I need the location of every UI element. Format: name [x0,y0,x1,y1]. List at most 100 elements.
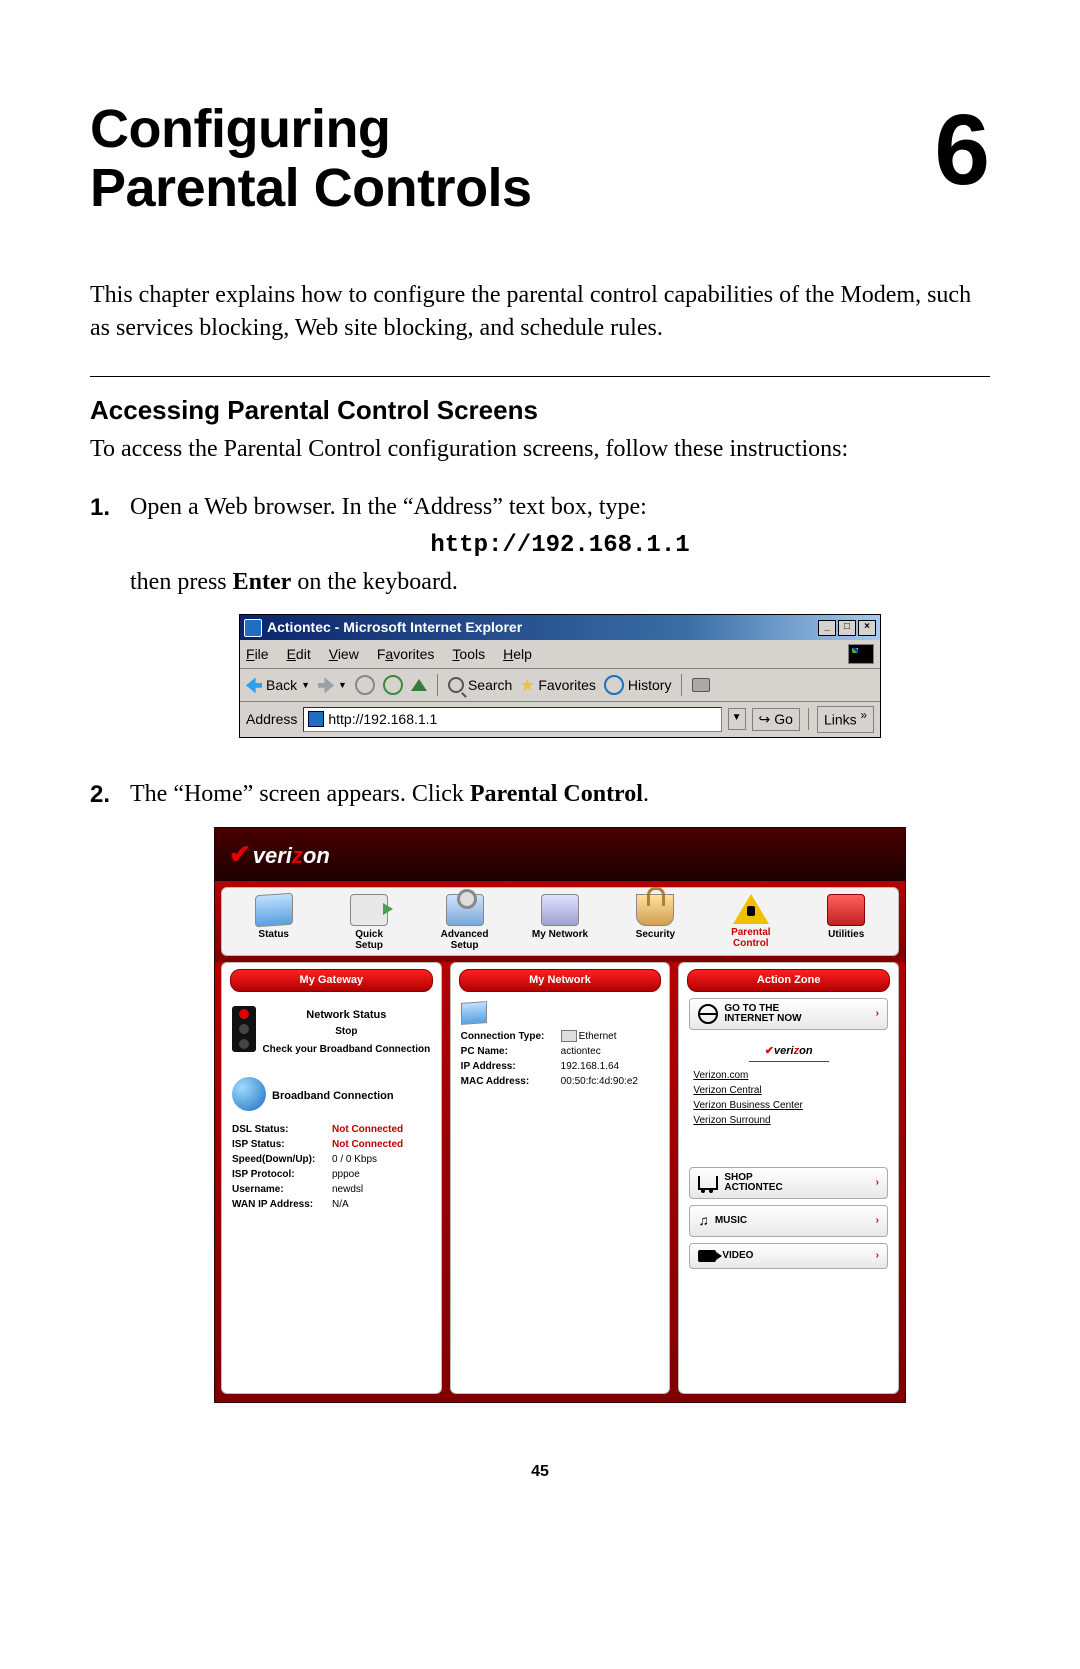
step-1-text-b-pre: then press [130,569,233,595]
nav-quick-setup[interactable]: QuickSetup [326,894,412,951]
separator [808,708,809,730]
verizon-logo: ✔verizon [229,836,330,872]
kv-pcname: PC Name:actiontec [461,1045,660,1059]
forward-button[interactable]: ▼ [318,677,347,693]
chevron-right-icon: › [876,1249,879,1263]
nav-advanced-label: AdvancedSetup [422,929,508,951]
cart-icon [698,1176,718,1190]
verizon-mini-logo: ✔verizon [679,1044,898,1062]
nav-status[interactable]: Status [231,894,317,951]
chevron-right-icon: › [876,1214,879,1228]
quick-setup-icon [350,894,388,926]
advanced-setup-icon [446,894,484,926]
history-button[interactable]: History [604,675,672,695]
ie-titlebar: Actiontec - Microsoft Internet Explorer … [240,615,880,641]
step-1-url: http://192.168.1.1 [130,529,990,563]
step-2-text-a: The “Home” screen appears. Click [130,781,470,807]
step-2-bold: Parental Control [470,781,643,807]
address-dropdown[interactable]: ▼ [728,708,746,730]
ie-toolbar: Back ▼ ▼ Search Favorites History [240,669,880,702]
link-verizon-surround[interactable]: Verizon Surround [693,1114,884,1128]
stop-button[interactable] [355,675,375,695]
search-button[interactable]: Search [448,676,512,696]
globe-icon [698,1004,718,1024]
separator [681,674,682,696]
status-icon [255,892,293,927]
stop-label: Stop [232,1025,431,1039]
link-verizon-central[interactable]: Verizon Central [693,1084,884,1098]
nav-quick-label: QuickSetup [326,929,412,951]
separator [437,674,438,696]
btn-video[interactable]: VIDEO › [689,1243,888,1269]
section-intro: To access the Parental Control configura… [90,436,990,463]
history-icon [604,675,624,695]
chevron-right-icon: › [876,1007,879,1021]
go-button[interactable]: ↪ Go [752,708,800,732]
menu-edit[interactable]: Edit [287,645,311,665]
back-arrow-icon [246,677,262,693]
router-nav: Status QuickSetup AdvancedSetup My Netwo… [221,887,899,956]
chapter-title-line2: Parental Controls [90,158,532,218]
address-label: Address [246,710,297,730]
back-button[interactable]: Back ▼ [246,676,310,696]
video-icon [698,1250,716,1262]
menu-file[interactable]: File [246,645,269,665]
kv-mac: MAC Address:00:50:fc:4d:90:e2 [461,1075,660,1089]
btn-music[interactable]: ♫MUSIC › [689,1205,888,1237]
menu-tools[interactable]: Tools [452,645,485,665]
ie-menubar: File Edit View Favorites Tools Help [240,640,880,669]
globe-icon [232,1077,266,1111]
menu-view[interactable]: View [329,645,359,665]
step-2: 2. The “Home” screen appears. Click Pare… [90,778,990,1403]
kv-dsl: DSL Status:Not Connected [232,1123,431,1137]
divider [90,376,990,377]
network-status-head: Network Status [232,1008,431,1023]
menu-favorites[interactable]: Favorites [377,645,435,665]
address-input[interactable]: http://192.168.1.1 [303,707,721,733]
computer-icon [461,1001,487,1025]
maximize-button[interactable]: □ [838,620,856,636]
btn-shop-actiontec[interactable]: SHOPACTIONTEC › [689,1167,888,1199]
ie-screenshot: Actiontec - Microsoft Internet Explorer … [239,614,881,738]
minimize-button[interactable]: _ [818,620,836,636]
btn-shop-label: SHOPACTIONTEC [724,1173,782,1193]
nav-my-network[interactable]: My Network [517,894,603,951]
btn-go-internet-label: GO TO THEINTERNET NOW [724,1004,801,1024]
link-verizon-business[interactable]: Verizon Business Center [693,1099,884,1113]
close-button[interactable]: × [858,620,876,636]
panel-my-gateway: My Gateway Network Status Stop Check you… [221,962,442,1394]
nav-advanced-setup[interactable]: AdvancedSetup [422,894,508,951]
traffic-light-icon [232,1006,256,1052]
parental-control-icon [733,894,769,924]
print-button[interactable] [692,678,710,692]
kv-protocol: ISP Protocol:pppoe [232,1168,431,1182]
panel-head-network: My Network [459,969,662,992]
chapter-title-line1: Configuring [90,99,390,159]
nav-parental-control[interactable]: ParentalControl [708,894,794,951]
router-screenshot: ✔verizon Status QuickSetup AdvancedSetup… [214,827,906,1402]
favorites-button[interactable]: Favorites [520,676,596,696]
step-1-enter: Enter [233,569,292,595]
ethernet-icon [561,1030,577,1042]
home-button[interactable] [411,679,427,691]
music-icon: ♫ [698,1211,709,1231]
router-header: ✔verizon [215,828,905,880]
refresh-button[interactable] [383,675,403,695]
menu-help[interactable]: Help [503,645,532,665]
kv-username: Username:newdsl [232,1183,431,1197]
chevron-right-icon: › [876,1176,879,1190]
check-broadband[interactable]: Check your Broadband Connection [232,1043,431,1057]
btn-go-internet[interactable]: GO TO THEINTERNET NOW › [689,998,888,1030]
link-verizon-com[interactable]: Verizon.com [693,1069,884,1083]
kv-conn-type: Connection Type:Ethernet [461,1030,660,1044]
chapter-header: Configuring Parental Controls 6 [90,100,990,219]
panel-my-network: My Network Connection Type:Ethernet PC N… [450,962,671,1394]
panel-head-action: Action Zone [687,969,890,992]
step-2-number: 2. [90,778,130,1403]
search-icon [448,677,464,693]
nav-security[interactable]: Security [612,894,698,951]
links-button[interactable]: Links » [817,706,874,732]
nav-utilities[interactable]: Utilities [803,894,889,951]
panel-head-gateway: My Gateway [230,969,433,992]
page-icon [308,711,324,727]
